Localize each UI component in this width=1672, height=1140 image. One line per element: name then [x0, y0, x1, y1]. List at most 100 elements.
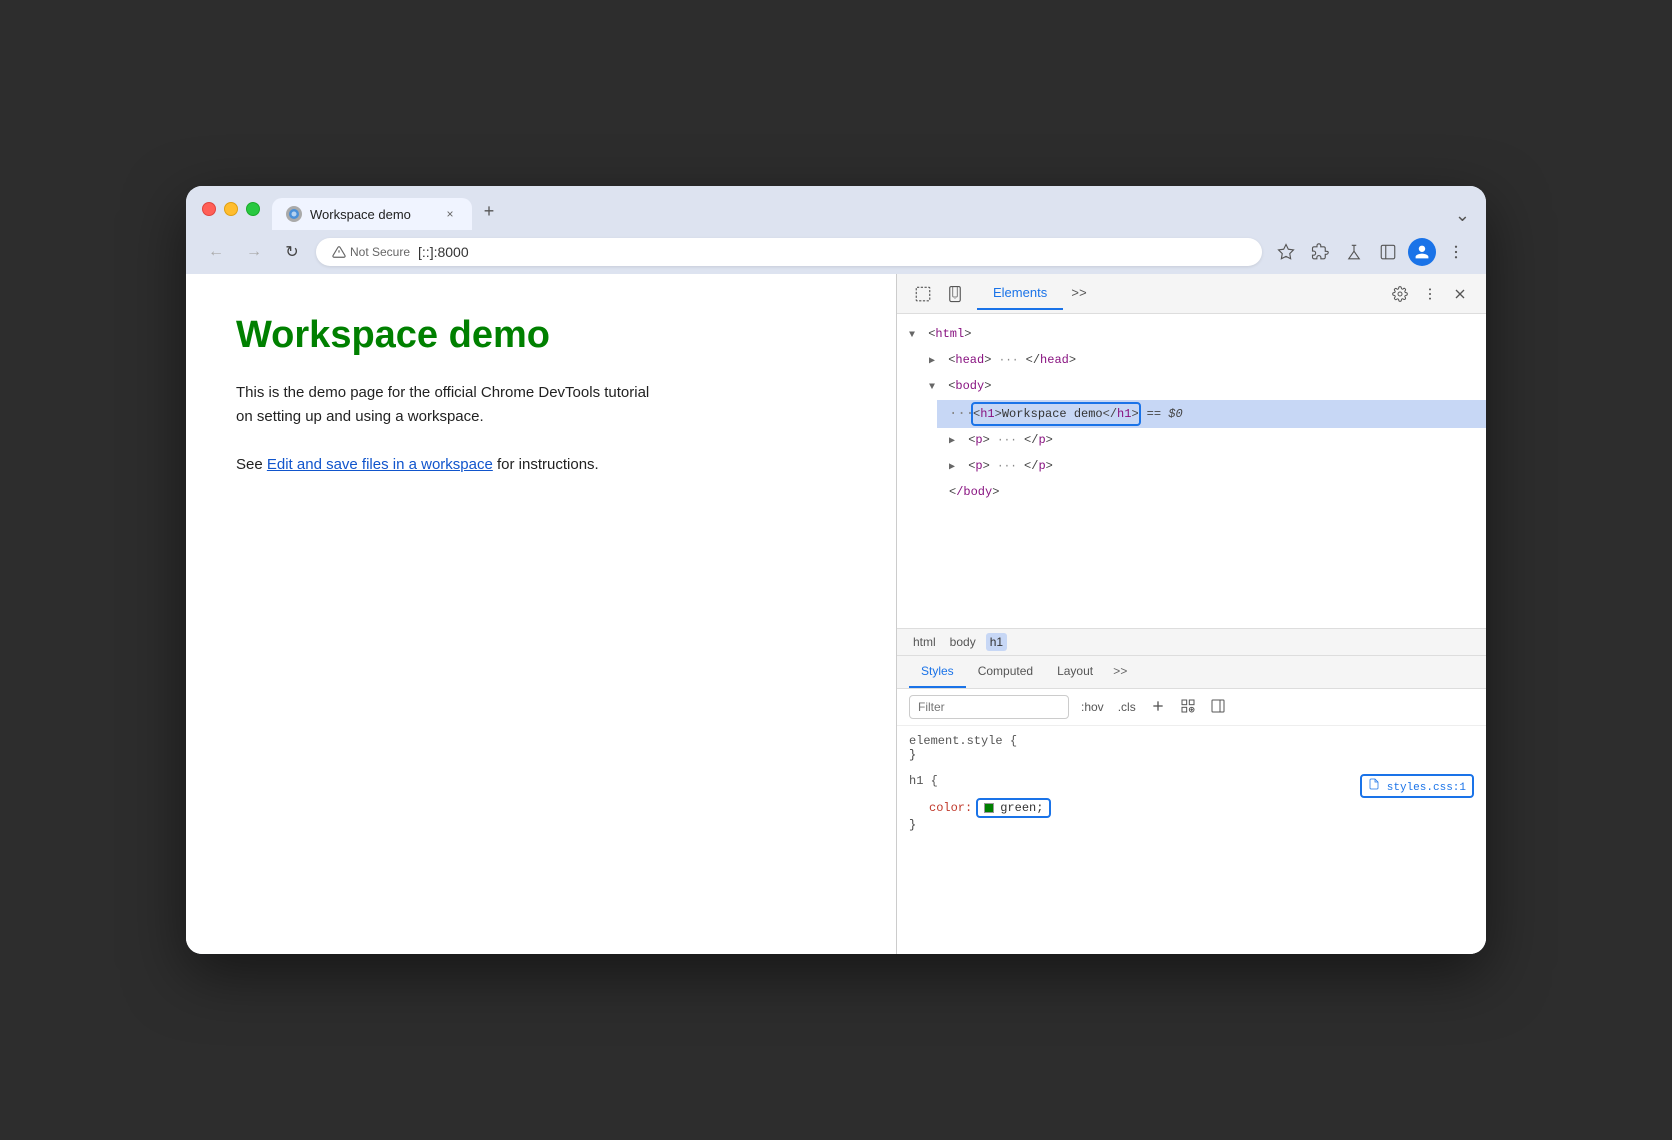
settings-icon[interactable]: [1386, 280, 1414, 308]
source-file-label: styles.css:1: [1387, 782, 1466, 794]
refresh-button[interactable]: ↻: [278, 238, 306, 266]
url-text: [::]:8000: [418, 244, 469, 260]
breadcrumb-body[interactable]: body: [946, 633, 980, 651]
element-style-close: }: [909, 748, 1474, 762]
new-tab-button[interactable]: +: [474, 196, 504, 226]
lab-button[interactable]: [1340, 238, 1368, 266]
hov-button[interactable]: :hov: [1077, 698, 1108, 716]
element-style-selector: element.style {: [909, 734, 1474, 748]
p2-tag-line[interactable]: ▶ <p> ··· </p>: [937, 454, 1486, 480]
color-property[interactable]: color:: [929, 801, 972, 815]
p1-expand-icon[interactable]: ▶: [949, 432, 961, 452]
tab-list-button[interactable]: ⌄: [1455, 205, 1470, 226]
styles-source-link[interactable]: styles.css:1: [1360, 774, 1474, 798]
devtools-more-icon[interactable]: [1416, 280, 1444, 308]
instructions-label: for instructions.: [497, 456, 599, 473]
computed-tab[interactable]: Computed: [966, 656, 1045, 688]
page-heading: Workspace demo: [236, 314, 846, 357]
p1-ellipsis[interactable]: ···: [997, 435, 1017, 447]
breadcrumb-html[interactable]: html: [909, 633, 940, 651]
traffic-and-tabs: Workspace demo × + ⌄: [202, 196, 1470, 230]
address-bar: ← → ↻ Not Secure [::]:8000: [186, 230, 1486, 274]
title-bar: Workspace demo × + ⌄: [186, 186, 1486, 230]
tab-favicon: [286, 206, 302, 222]
head-ellipsis[interactable]: ···: [999, 355, 1019, 367]
more-styles-tabs[interactable]: >>: [1105, 657, 1135, 687]
see-label: See: [236, 456, 263, 473]
styles-tab[interactable]: Styles: [909, 656, 966, 688]
styles-tabs-row: Styles Computed Layout >>: [897, 656, 1486, 689]
webpage: Workspace demo This is the demo page for…: [186, 274, 896, 954]
devtools-panel: Elements >>: [896, 274, 1486, 954]
profile-button[interactable]: [1408, 238, 1436, 266]
device-mode-icon[interactable]: [941, 280, 969, 308]
html-expand-icon[interactable]: ▼: [909, 326, 921, 346]
dom-tree: ▼ <html> ▶ <head> ··· </head> ▼ <body> ·…: [897, 314, 1486, 628]
more-tabs-button[interactable]: >>: [1063, 282, 1095, 305]
security-warning: Not Secure: [332, 245, 410, 259]
forward-button[interactable]: →: [240, 238, 268, 266]
minimize-button[interactable]: [224, 202, 238, 216]
head-expand-icon[interactable]: ▶: [929, 352, 941, 372]
devtools-toolbar: Elements >>: [897, 274, 1486, 314]
styles-filter-buttons: :hov .cls: [1077, 696, 1230, 719]
toggle-sidebar-button[interactable]: [1206, 696, 1230, 719]
page-description: This is the demo page for the official C…: [236, 381, 656, 429]
workspace-link[interactable]: Edit and save files in a workspace: [267, 456, 493, 473]
tab-close-button[interactable]: ×: [442, 206, 458, 222]
p2-expand-icon[interactable]: ▶: [949, 458, 961, 478]
address-icons: [1272, 238, 1470, 266]
h1-selector[interactable]: h1 {: [909, 774, 938, 788]
layout-tab[interactable]: Layout: [1045, 656, 1105, 688]
inspector-icon[interactable]: [909, 280, 937, 308]
tabs-row: Workspace demo × + ⌄: [272, 196, 1470, 230]
extensions-button[interactable]: [1306, 238, 1334, 266]
styles-filter-input[interactable]: [909, 695, 1069, 719]
new-style-rule-button[interactable]: [1176, 696, 1200, 719]
browser-window: Workspace demo × + ⌄ ← → ↻ Not Secure [:…: [186, 186, 1486, 954]
color-value-box: green;: [976, 798, 1051, 818]
browser-content: Workspace demo This is the demo page for…: [186, 274, 1486, 954]
element-style-block: element.style { }: [909, 734, 1474, 762]
dots-menu-icon[interactable]: ···: [949, 404, 965, 424]
h1-tag-line[interactable]: ··· <h1>Workspace demo</h1> == $0: [937, 400, 1486, 428]
not-secure-label: Not Secure: [350, 245, 410, 259]
sidebar-button[interactable]: [1374, 238, 1402, 266]
head-tag-line[interactable]: ▶ <head> ··· </head>: [917, 348, 1486, 374]
maximize-button[interactable]: [246, 202, 260, 216]
h1-rule-header: h1 { styles.css:1: [909, 774, 1474, 798]
styles-panel: Styles Computed Layout >> :hov .cls: [897, 656, 1486, 954]
h1-selected-node[interactable]: <h1>Workspace demo</h1>: [971, 402, 1141, 426]
back-button[interactable]: ←: [202, 238, 230, 266]
close-button[interactable]: [202, 202, 216, 216]
css-rules: element.style { } h1 {: [897, 726, 1486, 852]
h1-rule-close: }: [909, 818, 1474, 832]
body-expand-icon[interactable]: ▼: [929, 378, 941, 398]
bookmark-button[interactable]: [1272, 238, 1300, 266]
p2-ellipsis[interactable]: ···: [997, 461, 1017, 473]
add-style-button[interactable]: [1146, 696, 1170, 719]
p1-tag-line[interactable]: ▶ <p> ··· </p>: [937, 428, 1486, 454]
color-value[interactable]: green;: [1000, 801, 1043, 815]
menu-button[interactable]: [1442, 238, 1470, 266]
traffic-lights: [202, 202, 260, 224]
body-tag-line[interactable]: ▼ <body>: [917, 374, 1486, 400]
html-tag-line[interactable]: ▼ <html>: [897, 322, 1486, 348]
breadcrumb-h1[interactable]: h1: [986, 633, 1007, 651]
h1-rule-block: h1 { styles.css:1 color:: [909, 774, 1474, 832]
devtools-close-icon[interactable]: [1446, 280, 1474, 308]
cls-button[interactable]: .cls: [1114, 698, 1140, 716]
url-bar[interactable]: Not Secure [::]:8000: [316, 238, 1262, 266]
dollar-zero-label: == $0: [1147, 404, 1183, 424]
dom-breadcrumb: html body h1: [897, 628, 1486, 656]
tab-title: Workspace demo: [310, 207, 434, 222]
active-tab[interactable]: Workspace demo ×: [272, 198, 472, 230]
page-see-also: See Edit and save files in a workspace f…: [236, 453, 846, 477]
body-close-line[interactable]: </body>: [937, 480, 1486, 504]
styles-filter-row: :hov .cls: [897, 689, 1486, 726]
elements-tab[interactable]: Elements: [977, 277, 1063, 310]
devtools-settings: [1386, 280, 1474, 308]
h1-color-rule: color: green;: [909, 798, 1474, 818]
green-color-swatch[interactable]: [984, 803, 994, 813]
devtools-tabs: Elements >>: [977, 277, 1382, 310]
